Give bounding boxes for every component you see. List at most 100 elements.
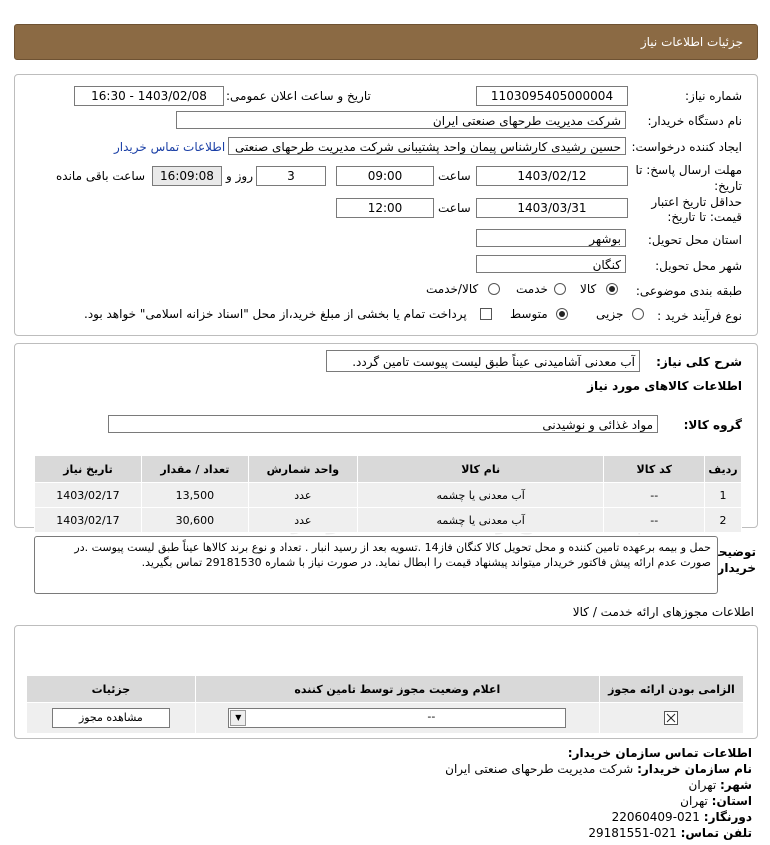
remaining-time-field: 16:09:08 xyxy=(152,166,222,186)
cell-permit-details: مشاهده مجوز xyxy=(26,702,196,734)
purchase-type-label: نوع فرآیند خرید : xyxy=(657,309,742,323)
contact-city-row: شهر: تهران xyxy=(689,778,752,792)
days-field: 3 xyxy=(256,166,326,186)
need-number-label: شماره نیاز: xyxy=(685,89,742,103)
table-row: -- ▼ مشاهده مجوز xyxy=(26,702,745,734)
contact-title: اطلاعات تماس سازمان خریدار: xyxy=(567,746,752,760)
cell-date: 1403/02/17 xyxy=(34,507,142,533)
purchase-radio-medium[interactable] xyxy=(556,308,568,320)
requester-label: ایجاد کننده درخواست: xyxy=(631,140,742,154)
validity-time-label: ساعت xyxy=(438,201,471,215)
cell-unit: عدد xyxy=(247,507,358,533)
goods-section-title: اطلاعات کالاهای مورد نیاز xyxy=(587,379,742,393)
contact-phone-value: 021-29181551 xyxy=(588,826,677,840)
contact-fax-label: دورنگار: xyxy=(703,810,752,824)
contact-phone-label: تلفن تماس: xyxy=(680,826,752,840)
col-name: نام کالا xyxy=(356,455,605,483)
view-permit-button[interactable]: مشاهده مجوز xyxy=(51,708,170,728)
days-label: روز و xyxy=(226,169,253,183)
remaining-label: ساعت باقی مانده xyxy=(56,169,146,183)
summary-label: شرح کلی نیاز: xyxy=(656,355,742,369)
need-number-field: 1103095405000004 xyxy=(476,86,628,106)
chevron-down-icon[interactable]: ▼ xyxy=(230,710,247,726)
cell-qty: 30,600 xyxy=(140,507,249,533)
deadline-date-field: 1403/02/12 xyxy=(476,166,628,186)
treasury-checkbox[interactable] xyxy=(480,308,492,320)
category-option-goods: کالا xyxy=(580,282,597,296)
permits-table-header: الزامی بودن ارائه مجوز اعلام وضعیت مجوز … xyxy=(26,675,745,703)
cell-date: 1403/02/17 xyxy=(34,482,142,508)
contact-org-value: شرکت مدیریت طرحهای صنعتی ایران xyxy=(445,762,634,776)
buyer-org-field: شرکت مدیریت طرحهای صنعتی ایران xyxy=(176,111,626,129)
table-row: 1 -- آب معدنی یا چشمه عدد 13,500 1403/02… xyxy=(34,482,743,508)
city-field: کنگان xyxy=(476,255,626,273)
category-label: طبقه بندی موضوعی: xyxy=(635,284,742,298)
required-checkbox xyxy=(664,711,679,725)
deadline-label-date: تاریخ: xyxy=(714,179,742,193)
page-header: جزئیات اطلاعات نیاز xyxy=(14,24,758,60)
col-permit-required: الزامی بودن ارائه مجوز xyxy=(598,675,745,703)
cell-unit: عدد xyxy=(247,482,358,508)
validity-label: حداقل تاریخ اعتبار xyxy=(651,195,742,209)
page-title: جزئیات اطلاعات نیاز xyxy=(640,35,743,49)
contact-province-row: استان: تهران xyxy=(680,794,752,808)
goods-table-header: ردیف کد کالا نام کالا واحد شمارش تعداد /… xyxy=(34,455,743,483)
purchase-option-medium: متوسط xyxy=(510,307,548,321)
contact-fax-value: 021-22060409 xyxy=(611,810,700,824)
col-unit: واحد شمارش xyxy=(247,455,358,483)
notes-label: توضیحات خریدار: xyxy=(702,545,756,575)
cell-row: 1 xyxy=(703,482,743,508)
table-row: 2 -- آب معدنی یا چشمه عدد 30,600 1403/02… xyxy=(34,507,743,533)
cell-qty: 13,500 xyxy=(140,482,249,508)
contact-city-value: تهران xyxy=(688,778,717,792)
contact-province-label: استان: xyxy=(711,794,752,808)
category-option-both: کالا/خدمت xyxy=(426,282,479,296)
summary-field: آب معدنی آشامیدنی عیناً طبق لیست پیوست ت… xyxy=(326,350,640,372)
province-field: بوشهر xyxy=(476,229,626,247)
category-option-service: خدمت xyxy=(516,282,548,296)
treasury-note: پرداخت تمام یا بخشی از مبلغ خرید،از محل … xyxy=(84,307,467,321)
deadline-time-field: 09:00 xyxy=(336,166,434,186)
col-code: کد کالا xyxy=(603,455,705,483)
permit-status-select[interactable]: -- ▼ xyxy=(228,708,567,728)
cell-permit-status: -- ▼ xyxy=(194,702,600,734)
cell-code: -- xyxy=(603,482,705,508)
permits-section-title: اطلاعات مجوزهای ارائه خدمت / کالا xyxy=(572,605,754,619)
col-date: تاریخ نیاز xyxy=(34,455,142,483)
cell-permit-required xyxy=(598,702,745,734)
permits-table: الزامی بودن ارائه مجوز اعلام وضعیت مجوز … xyxy=(26,675,745,734)
notes-field: حمل و بیمه برعهده تامین کننده و محل تحوی… xyxy=(34,536,718,594)
contact-province-value: تهران xyxy=(680,794,708,808)
col-permit-details: جزئیات xyxy=(26,675,196,703)
requester-field: حسین رشیدی کارشناس پیمان واحد پشتیبانی ش… xyxy=(228,137,626,155)
deadline-time-label: ساعت xyxy=(438,169,471,183)
goods-group-label: گروه کالا: xyxy=(683,418,742,432)
province-label: استان محل تحویل: xyxy=(647,233,742,247)
col-qty: تعداد / مقدار xyxy=(140,455,249,483)
contact-fax-row: دورنگار: 021-22060409 xyxy=(612,810,752,824)
category-radio-service[interactable] xyxy=(554,283,566,295)
contact-city-label: شهر: xyxy=(720,778,752,792)
contact-phone-row: تلفن تماس: 021-29181551 xyxy=(588,826,752,840)
goods-group-field: مواد غذائی و نوشیدنی xyxy=(108,415,658,433)
announce-label: تاریخ و ساعت اعلان عمومی: xyxy=(226,89,371,103)
category-radio-goods[interactable] xyxy=(606,283,618,295)
cell-code: -- xyxy=(603,507,705,533)
cross-icon xyxy=(667,713,676,723)
buyer-contact-link[interactable]: اطلاعات تماس خریدار xyxy=(114,140,225,154)
cell-name: آب معدنی یا چشمه xyxy=(356,482,605,508)
col-permit-status: اعلام وضعیت مجوز توسط تامین کننده xyxy=(194,675,600,703)
cell-name: آب معدنی یا چشمه xyxy=(356,507,605,533)
category-radio-both[interactable] xyxy=(488,283,500,295)
city-label: شهر محل تحویل: xyxy=(655,259,742,273)
purchase-radio-small[interactable] xyxy=(632,308,644,320)
buyer-org-label: نام دستگاه خریدار: xyxy=(647,114,743,128)
purchase-option-small: جزیی xyxy=(596,307,624,321)
contact-org-label: نام سازمان خریدار: xyxy=(637,762,752,776)
cell-row: 2 xyxy=(703,507,743,533)
contact-org-row: نام سازمان خریدار: شرکت مدیریت طرحهای صن… xyxy=(445,762,752,776)
announce-field: 1403/02/08 - 16:30 xyxy=(74,86,224,106)
permit-status-value: -- xyxy=(427,710,436,723)
validity-date-field: 1403/03/31 xyxy=(476,198,628,218)
goods-table: ردیف کد کالا نام کالا واحد شمارش تعداد /… xyxy=(34,455,743,533)
